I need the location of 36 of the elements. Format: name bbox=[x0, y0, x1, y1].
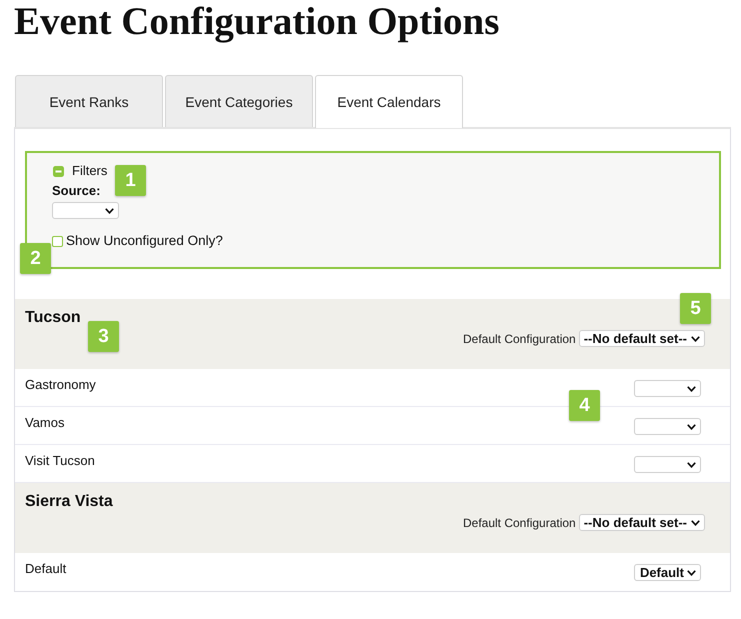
default-config-dropdown[interactable]: --No default set-- bbox=[578, 330, 705, 347]
chevron-down-icon bbox=[691, 336, 700, 342]
page-title: Event Configuration Options bbox=[14, 0, 500, 43]
calendar-name: Vamos bbox=[25, 415, 64, 431]
minus-icon[interactable] bbox=[53, 166, 64, 176]
checkbox[interactable] bbox=[52, 236, 63, 246]
chevron-down-icon bbox=[687, 386, 696, 392]
calendar-name: Gastronomy bbox=[25, 377, 96, 393]
filters-label: Filters bbox=[72, 163, 108, 179]
tab[interactable]: Event Categories bbox=[165, 75, 313, 127]
callout-badge: 1 bbox=[115, 165, 146, 196]
tab[interactable]: Event Ranks bbox=[15, 75, 163, 127]
section-title: Tucson bbox=[25, 308, 81, 328]
chevron-down-icon bbox=[687, 462, 696, 468]
section-title: Sierra Vista bbox=[25, 492, 113, 512]
tab[interactable]: Event Calendars bbox=[315, 75, 463, 128]
source-dropdown[interactable] bbox=[52, 202, 119, 219]
calendar-dropdown[interactable] bbox=[634, 380, 701, 397]
calendar-dropdown[interactable]: Default bbox=[634, 564, 701, 581]
default-config-label: Default Configuration bbox=[462, 330, 576, 346]
callout-badge: 5 bbox=[680, 293, 711, 324]
default-config-dropdown[interactable]: --No default set-- bbox=[578, 514, 705, 531]
callout-badge: 3 bbox=[88, 321, 119, 352]
source-label: Source: bbox=[52, 183, 100, 199]
default-config-label: Default Configuration bbox=[462, 514, 576, 530]
calendar-dropdown[interactable] bbox=[634, 456, 701, 473]
calendar-dropdown[interactable] bbox=[634, 418, 701, 435]
calendar-name: Default bbox=[25, 561, 66, 577]
callout-badge: 4 bbox=[569, 390, 600, 421]
chevron-down-icon bbox=[687, 424, 696, 430]
calendar-name: Visit Tucson bbox=[25, 453, 95, 469]
checkbox-label: Show Unconfigured Only? bbox=[66, 233, 223, 249]
callout-badge: 2 bbox=[20, 243, 51, 274]
chevron-down-icon bbox=[105, 208, 114, 214]
chevron-down-icon bbox=[691, 520, 700, 526]
chevron-down-icon bbox=[687, 570, 696, 576]
